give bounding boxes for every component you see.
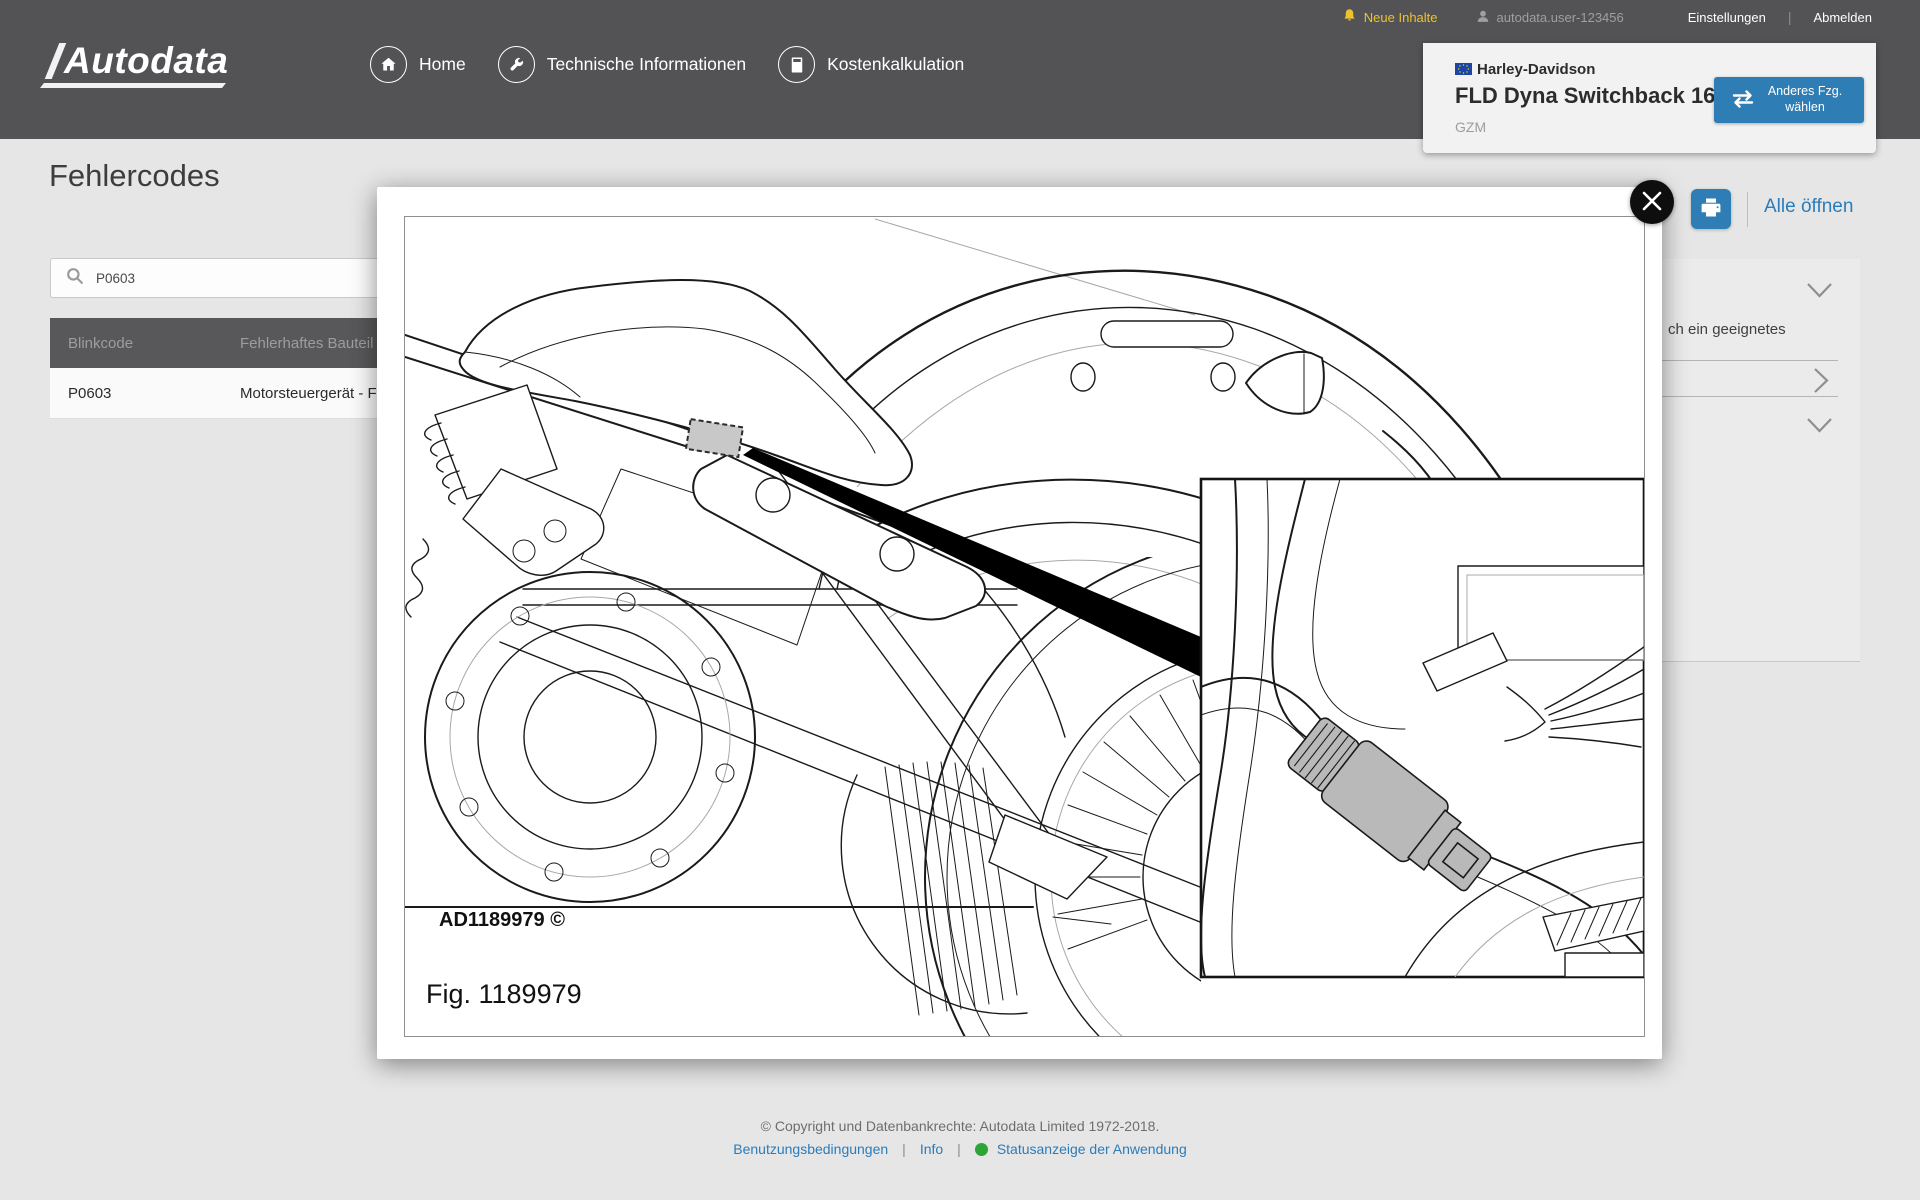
- print-button[interactable]: [1691, 189, 1731, 229]
- new-content-link[interactable]: Neue Inhalte: [1342, 8, 1438, 26]
- calculator-icon: [778, 46, 815, 83]
- search-icon: [65, 266, 85, 291]
- change-vehicle-button[interactable]: Anderes Fzg. wählen: [1714, 77, 1864, 123]
- status-label: Statusanzeige der Anwendung: [997, 1141, 1187, 1157]
- home-icon: [370, 46, 407, 83]
- column-header-blinkcode: Blinkcode: [50, 335, 240, 352]
- footer-links: Benutzungsbedingungen | Info | Statusanz…: [0, 1141, 1920, 1157]
- app-screen: Neue Inhalte autodata.user-123456 Einste…: [0, 0, 1920, 1200]
- figure-illustration: [405, 217, 1644, 1036]
- settings-link[interactable]: Einstellungen: [1688, 10, 1766, 25]
- username-label: autodata.user-123456: [1497, 10, 1624, 25]
- nav-item-cost-calculation[interactable]: Kostenkalkulation: [778, 46, 964, 83]
- open-all-link[interactable]: Alle öffnen: [1764, 196, 1853, 218]
- user-menu[interactable]: autodata.user-123456: [1476, 9, 1624, 26]
- vehicle-card: Harley-Davidson FLD Dyna Switchback 1690…: [1423, 43, 1876, 153]
- status-dot-icon: [975, 1143, 988, 1156]
- close-button[interactable]: [1630, 180, 1674, 224]
- logout-link[interactable]: Abmelden: [1813, 10, 1872, 25]
- nav-label: Kostenkalkulation: [827, 54, 964, 75]
- nav-label: Home: [419, 54, 466, 75]
- eu-flag-icon: [1455, 62, 1472, 80]
- logo-text: Autodata: [64, 42, 228, 79]
- terms-link[interactable]: Benutzungsbedingungen: [733, 1141, 888, 1157]
- cell-fault-code: P0603: [50, 385, 240, 402]
- main-nav: Home Technische Informationen Kostenkalk…: [370, 46, 964, 83]
- vehicle-code: GZM: [1455, 119, 1486, 135]
- vehicle-model: FLD Dyna Switchback 1690: [1455, 83, 1740, 109]
- copyright-text: © Copyright und Datenbankrechte: Autodat…: [0, 1118, 1920, 1134]
- chevron-down-icon[interactable]: [1806, 417, 1833, 438]
- nav-label: Technische Informationen: [547, 54, 746, 75]
- autodata-logo[interactable]: Autodata: [52, 42, 228, 79]
- logo-underline: [40, 83, 226, 88]
- info-link[interactable]: Info: [920, 1141, 943, 1157]
- footer-separator: |: [957, 1141, 961, 1157]
- panel-text-snippet: ch ein geeignetes: [1668, 321, 1786, 338]
- utility-bar: Neue Inhalte autodata.user-123456 Einste…: [1342, 8, 1872, 26]
- utility-separator: |: [1788, 9, 1792, 25]
- status-link[interactable]: Statusanzeige der Anwendung: [975, 1141, 1187, 1157]
- figure-caption: Fig. 1189979: [426, 979, 582, 1010]
- nav-item-home[interactable]: Home: [370, 46, 466, 83]
- change-vehicle-label: Anderes Fzg. wählen: [1763, 84, 1847, 115]
- chevron-right-icon[interactable]: [1813, 367, 1829, 399]
- image-code-label: AD1189979 ©: [439, 909, 565, 932]
- close-icon: [1641, 190, 1663, 215]
- printer-icon: [1699, 196, 1723, 223]
- swap-icon: [1731, 90, 1755, 111]
- wrench-icon: [498, 46, 535, 83]
- nav-item-technical-info[interactable]: Technische Informationen: [498, 46, 746, 83]
- user-icon: [1476, 9, 1490, 26]
- figure-frame: AD1189979 © Fig. 1189979: [404, 216, 1645, 1037]
- bell-icon: [1342, 8, 1357, 26]
- vehicle-make: Harley-Davidson: [1477, 61, 1595, 78]
- chevron-down-icon[interactable]: [1806, 282, 1833, 303]
- new-content-label: Neue Inhalte: [1364, 10, 1438, 25]
- page-title: Fehlercodes: [49, 158, 220, 194]
- figure-modal: AD1189979 © Fig. 1189979: [377, 187, 1662, 1059]
- toolbar-separator: [1747, 192, 1748, 227]
- footer-separator: |: [902, 1141, 906, 1157]
- footer: © Copyright und Datenbankrechte: Autodat…: [0, 1118, 1920, 1157]
